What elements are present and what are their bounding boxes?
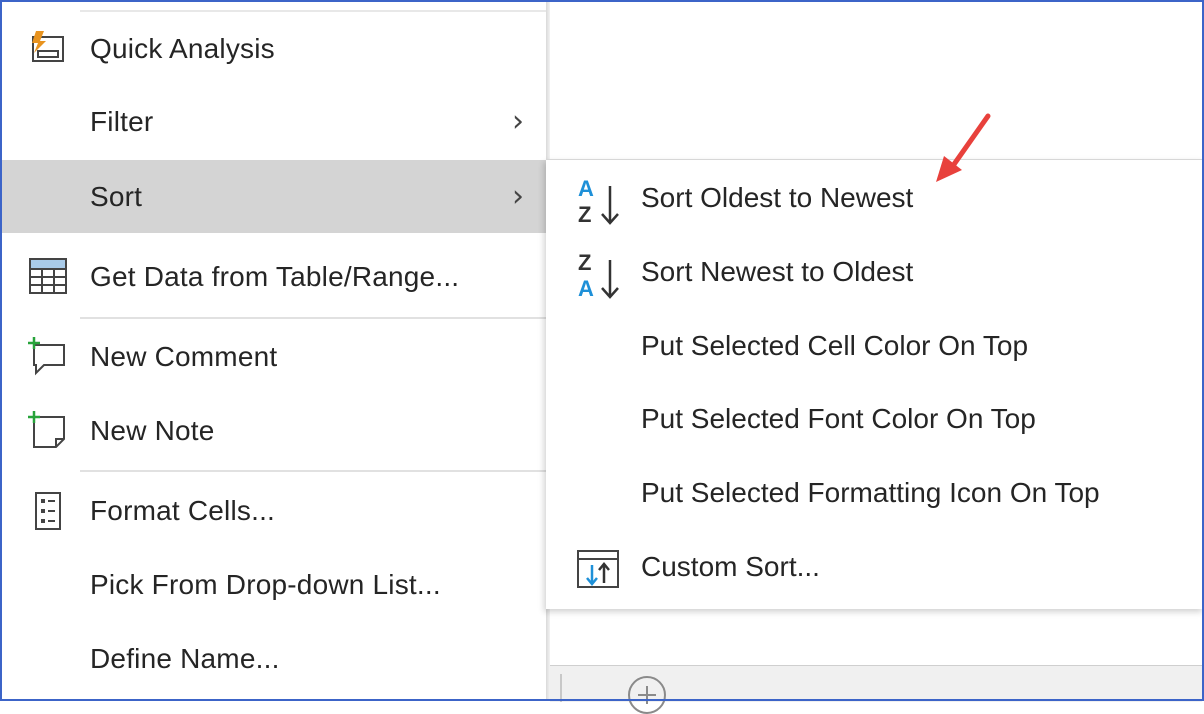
menu-item-label: Filter [90, 105, 154, 137]
menu-item-get-data[interactable]: Get Data from Table/Range... [2, 240, 546, 313]
submenu-item-sort-oldest[interactable]: A Z Sort Oldest to Newest [546, 164, 1204, 237]
submenu-item-label: Put Selected Cell Color On Top [641, 330, 1029, 361]
menu-item-new-comment[interactable]: New Comment [2, 320, 546, 393]
menu-item-label: Get Data from Table/Range... [90, 260, 460, 292]
menu-item-filter[interactable]: Filter › [2, 85, 546, 158]
menu-item-label: New Comment [90, 340, 278, 372]
svg-text:Z: Z [578, 202, 591, 227]
menu-item-label: Quick Analysis [90, 32, 275, 64]
menu-item-label: Define Name... [90, 642, 280, 674]
sort-submenu: A Z Sort Oldest to Newest Z A Sort Newes… [546, 159, 1204, 609]
svg-text:A: A [578, 276, 594, 301]
menu-item-new-note[interactable]: New Note [2, 394, 546, 467]
submenu-item-label: Put Selected Formatting Icon On Top [641, 477, 1100, 508]
sheet-tab-bar [550, 665, 1202, 714]
submenu-item-custom-sort[interactable]: Custom Sort... [546, 533, 1204, 606]
svg-text:A: A [578, 176, 594, 201]
svg-text:Z: Z [578, 250, 591, 275]
add-sheet-icon[interactable] [628, 676, 666, 714]
submenu-item-label: Custom Sort... [641, 551, 820, 582]
menu-item-format-cells[interactable]: Format Cells... [2, 474, 546, 547]
quick-analysis-icon [24, 12, 72, 85]
menu-item-label: New Note [90, 414, 215, 446]
new-note-icon [24, 394, 72, 467]
chevron-right-icon: › [512, 104, 524, 139]
menu-item-label: Sort [90, 180, 143, 212]
submenu-item-font-color[interactable]: Put Selected Font Color On Top [546, 385, 1204, 458]
sort-z-a-icon: Z A [570, 246, 626, 304]
submenu-item-label: Sort Newest to Oldest [641, 256, 914, 287]
context-menu: Quick Analysis Filter › Sort › Get Data … [2, 2, 546, 699]
menu-item-label: Pick From Drop-down List... [90, 568, 441, 600]
submenu-item-label: Put Selected Font Color On Top [641, 403, 1036, 434]
submenu-item-cell-color[interactable]: Put Selected Cell Color On Top [546, 312, 1204, 385]
table-icon [24, 240, 72, 313]
chevron-right-icon: › [512, 179, 524, 214]
submenu-item-formatting-icon[interactable]: Put Selected Formatting Icon On Top [546, 459, 1204, 532]
menu-item-pick-list[interactable]: Pick From Drop-down List... [2, 548, 546, 621]
submenu-item-sort-newest[interactable]: Z A Sort Newest to Oldest [546, 238, 1204, 311]
submenu-item-label: Sort Oldest to Newest [641, 182, 914, 213]
custom-sort-icon [570, 541, 626, 599]
menu-item-sort[interactable]: Sort › [2, 160, 546, 233]
annotation-arrow-icon [936, 113, 991, 182]
tab-divider [560, 674, 562, 702]
menu-item-label: Format Cells... [90, 494, 276, 526]
sort-a-z-icon: A Z [570, 172, 626, 230]
menu-separator [80, 317, 546, 319]
new-comment-icon [24, 320, 72, 393]
menu-item-quick-analysis[interactable]: Quick Analysis [2, 12, 546, 85]
format-cells-icon [24, 474, 72, 547]
menu-separator [80, 470, 546, 472]
menu-item-define-name[interactable]: Define Name... [2, 622, 546, 695]
